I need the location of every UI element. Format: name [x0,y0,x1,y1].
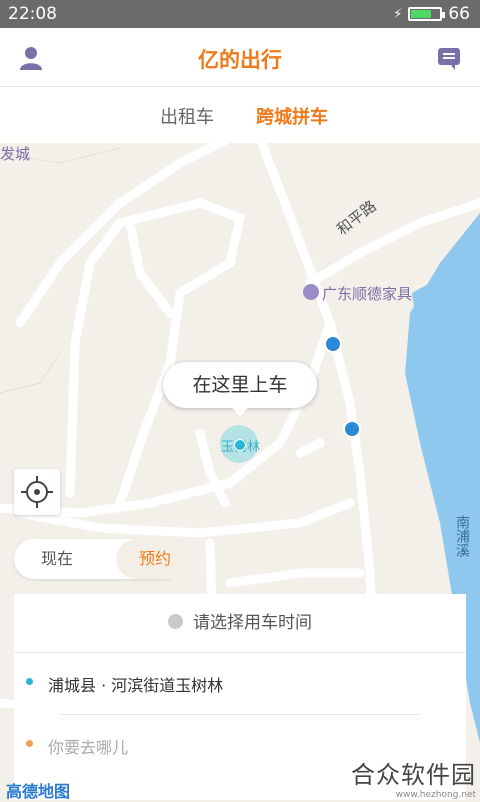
bus-stop-icon [324,335,342,353]
battery-level: 66 [448,4,470,24]
status-bar: 22:08 ⚡ 66 [0,0,480,28]
watermark-url: www.hezhong.net [395,790,476,800]
furniture-store-icon [303,284,319,300]
tab-intercity-carpool[interactable]: 跨城拼车 [256,103,328,129]
destination-dot-icon [26,740,33,747]
message-icon[interactable] [436,45,462,71]
divider [60,714,420,715]
charging-icon: ⚡ [393,6,403,22]
battery-indicator: ⚡ 66 [393,4,470,24]
select-time-row[interactable]: 请选择用车时间 [14,594,466,653]
watermark-text: 合众软件园 [351,761,476,789]
clock-icon [168,613,183,629]
select-time-label: 请选择用车时间 [193,613,312,633]
map-label-poi: 发城 [0,145,31,163]
origin-row[interactable]: 浦城县 · 河滨街道玉树林 [14,662,466,702]
service-tabs: 出租车 跨城拼车 [0,87,480,143]
map-label-river: 南浦溪 [454,515,470,557]
battery-icon [408,7,446,21]
reserve-option[interactable]: 预约 [116,539,194,579]
status-time: 22:08 [8,4,57,24]
map-label-store: 广东顺德家具 [322,285,413,303]
time-mode-toggle: 现在 预约 [14,539,194,579]
app-title: 亿的出行 [198,48,282,72]
app-header: 亿的出行 [0,28,480,87]
pickup-bubble[interactable]: 在这里上车 [163,362,317,416]
map-provider-logo: 高德地图 [6,782,71,801]
origin-address: 浦城县 · 河滨街道玉树林 [48,676,224,695]
tab-taxi[interactable]: 出租车 [160,103,214,129]
bus-stop-icon [343,420,361,438]
current-location-marker [220,425,258,463]
origin-dot-icon [26,678,33,685]
destination-placeholder: 你要去哪儿 [48,738,129,757]
watermark: 合众软件园 www.hezhong.net [351,755,476,800]
now-option[interactable]: 现在 [14,539,100,579]
locate-me-button[interactable] [14,469,60,515]
crosshair-icon [21,476,53,508]
